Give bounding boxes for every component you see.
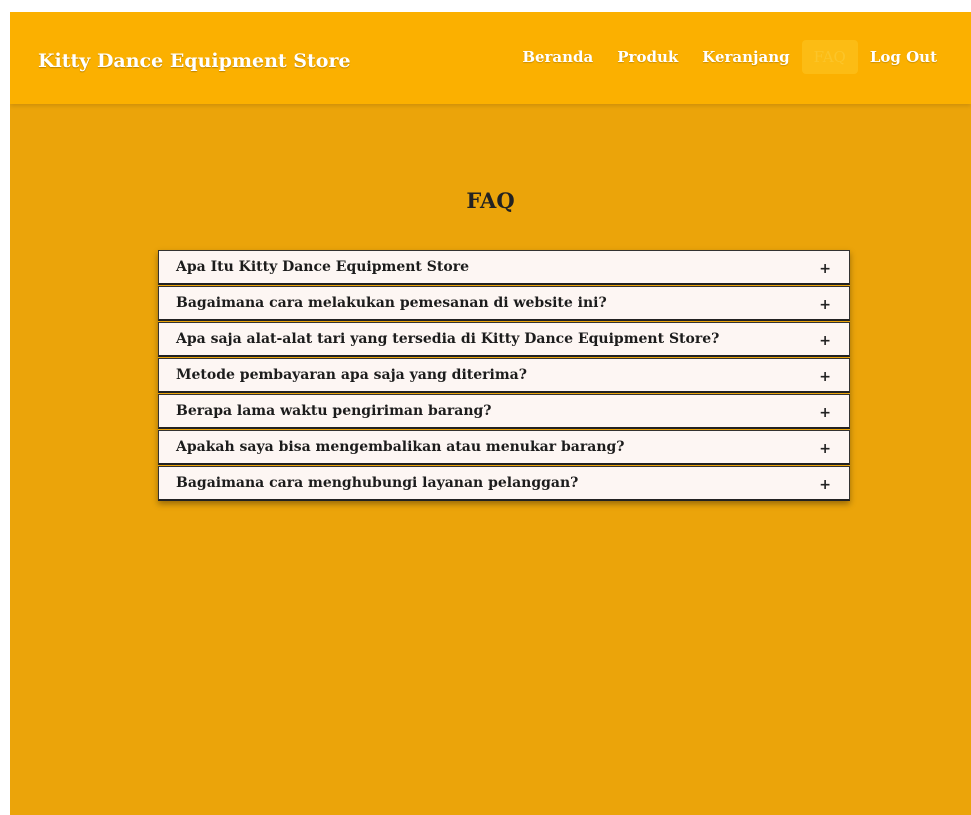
- plus-icon[interactable]: +: [819, 369, 831, 385]
- plus-icon[interactable]: +: [819, 261, 831, 277]
- faq-item[interactable]: Apa Itu Kitty Dance Equipment Store +: [158, 250, 850, 285]
- plus-icon[interactable]: +: [819, 405, 831, 421]
- page-title: FAQ: [466, 188, 515, 213]
- faq-question: Bagaimana cara menghubungi layanan pelan…: [176, 475, 579, 491]
- plus-icon[interactable]: +: [819, 441, 831, 457]
- faq-item[interactable]: Bagaimana cara melakukan pemesanan di we…: [158, 286, 850, 321]
- faq-question: Bagaimana cara melakukan pemesanan di we…: [176, 295, 607, 311]
- faq-list: Apa Itu Kitty Dance Equipment Store + Ba…: [158, 250, 850, 501]
- plus-icon[interactable]: +: [819, 333, 831, 349]
- nav-link-produk[interactable]: Produk: [605, 40, 690, 74]
- faq-question: Metode pembayaran apa saja yang diterima…: [176, 367, 527, 383]
- faq-item[interactable]: Metode pembayaran apa saja yang diterima…: [158, 358, 850, 393]
- plus-icon[interactable]: +: [819, 297, 831, 313]
- nav-link-beranda[interactable]: Beranda: [510, 40, 605, 74]
- nav-link-logout[interactable]: Log Out: [858, 40, 949, 74]
- nav-link-faq[interactable]: FAQ: [801, 40, 858, 74]
- faq-question: Berapa lama waktu pengiriman barang?: [176, 403, 492, 419]
- plus-icon[interactable]: +: [819, 477, 831, 493]
- faq-item[interactable]: Apa saja alat-alat tari yang tersedia di…: [158, 322, 850, 357]
- faq-item[interactable]: Apakah saya bisa mengembalikan atau menu…: [158, 430, 850, 465]
- faq-question: Apakah saya bisa mengembalikan atau menu…: [176, 439, 625, 455]
- nav-link-keranjang[interactable]: Keranjang: [690, 40, 801, 74]
- navbar: Kitty Dance Equipment Store Beranda Prod…: [10, 12, 971, 104]
- page-frame: Kitty Dance Equipment Store Beranda Prod…: [10, 12, 971, 815]
- brand-logo-link[interactable]: Kitty Dance Equipment Store: [38, 50, 351, 72]
- faq-question: Apa saja alat-alat tari yang tersedia di…: [176, 331, 720, 347]
- faq-question: Apa Itu Kitty Dance Equipment Store: [176, 259, 469, 275]
- faq-item[interactable]: Bagaimana cara menghubungi layanan pelan…: [158, 466, 850, 501]
- faq-item[interactable]: Berapa lama waktu pengiriman barang? +: [158, 394, 850, 429]
- nav-links: Beranda Produk Keranjang FAQ Log Out: [510, 40, 949, 74]
